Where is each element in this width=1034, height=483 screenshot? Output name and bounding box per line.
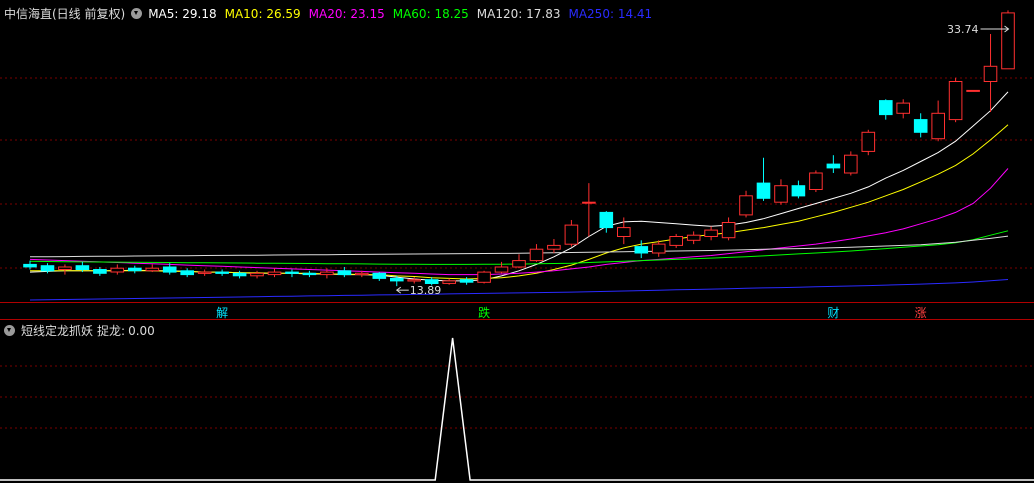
candlestick	[337, 266, 352, 278]
candlestick	[442, 278, 456, 285]
signal-marker: 涨	[915, 305, 927, 320]
candlestick	[180, 268, 194, 278]
ma-legend-value: 17.83	[526, 7, 561, 21]
signal-marker: 解	[216, 306, 228, 320]
candlestick	[774, 179, 788, 205]
candlestick	[826, 155, 841, 173]
ma-legend-item: MA120:	[476, 7, 527, 21]
candlestick	[686, 231, 701, 245]
candlestick	[913, 113, 928, 138]
candlestick	[494, 261, 509, 274]
candlestick	[128, 265, 142, 274]
candlestick	[564, 219, 579, 247]
candlestick	[739, 190, 753, 218]
candlestick	[896, 99, 911, 119]
ma-legend-item: MA60:	[392, 7, 435, 21]
price-chart-svg: 33.74 13.89 解 跌 财 涨	[0, 10, 1034, 481]
ma-legend-item: MA10:	[224, 7, 267, 21]
candlestick	[966, 89, 980, 92]
ma-legend-value: 23.15	[350, 7, 385, 21]
candlestick	[215, 269, 229, 276]
indicator-label: 捉龙:	[97, 324, 126, 338]
candlestick	[232, 270, 247, 279]
candlestick	[372, 272, 387, 281]
ma-line-ma120	[29, 235, 1009, 258]
candlestick	[983, 34, 998, 112]
candlestick	[547, 239, 561, 253]
ma-legend-value: 29.18	[182, 7, 217, 21]
signal-marker: 跌	[478, 305, 490, 320]
candlestick	[844, 151, 858, 176]
candlestick	[477, 270, 491, 284]
main-header: 中信海直(日线 前复权) MA5: 29.18 MA10: 26.59 MA20: 2…	[4, 6, 666, 22]
candlestick	[809, 170, 823, 193]
signal-marker: 财	[827, 306, 839, 320]
ma-legend-item: MA250:	[568, 7, 618, 21]
indicator-value: 0.00	[128, 324, 155, 338]
candlestick	[302, 270, 317, 278]
candlestick	[250, 270, 264, 279]
candlestick	[145, 264, 160, 273]
ma-legend-item: MA20:	[308, 7, 351, 21]
indicator-header: 短线定龙抓妖 捉龙: 0.00	[4, 323, 161, 339]
indicator-toggle-icon[interactable]	[4, 325, 15, 336]
ma-line-ma5	[29, 91, 1009, 282]
candlestick	[267, 268, 282, 278]
candlestick	[1001, 10, 1015, 70]
candlestick	[58, 264, 72, 275]
ma-legend-value: 26.59	[266, 7, 301, 21]
ma-legend-item: MA5:	[148, 7, 183, 21]
candlestick	[512, 254, 526, 269]
ma-line-ma250	[29, 279, 1009, 301]
candlestick	[791, 180, 806, 199]
ma-legend-value: 14.41	[617, 7, 653, 21]
candlestick	[459, 277, 474, 285]
candlestick	[879, 99, 893, 120]
ma-legend-value: 18.25	[434, 7, 469, 21]
low-price-label: 13.89	[410, 284, 442, 297]
chart-stage: 33.74 13.89 解 跌 财 涨 中信海直(日线 前复权) MA5: 29.18 MA1…	[0, 0, 1034, 483]
candlestick	[669, 233, 684, 248]
candlestick	[197, 269, 212, 276]
candlestick	[861, 129, 876, 156]
ma-legend: MA5: 29.18 MA10: 26.59 MA20: 23.15 MA60: 18…	[148, 7, 660, 21]
candlestick	[931, 100, 946, 142]
indicator-line-zhuolong	[0, 337, 1034, 481]
candlestick	[285, 269, 299, 278]
candlestick	[721, 217, 736, 241]
candlestick	[948, 77, 963, 123]
candlestick	[110, 264, 125, 275]
candlestick	[529, 244, 544, 262]
indicator-name: 短线定龙抓妖	[21, 324, 94, 338]
stock-title: 中信海直(日线 前复权)	[4, 7, 126, 21]
candlestick	[756, 157, 771, 201]
candlestick	[704, 226, 718, 241]
candlestick	[651, 240, 666, 257]
dropdown-toggle-icon[interactable]	[131, 8, 143, 19]
candlestick	[582, 183, 596, 237]
high-price-label: 33.74	[947, 23, 979, 36]
